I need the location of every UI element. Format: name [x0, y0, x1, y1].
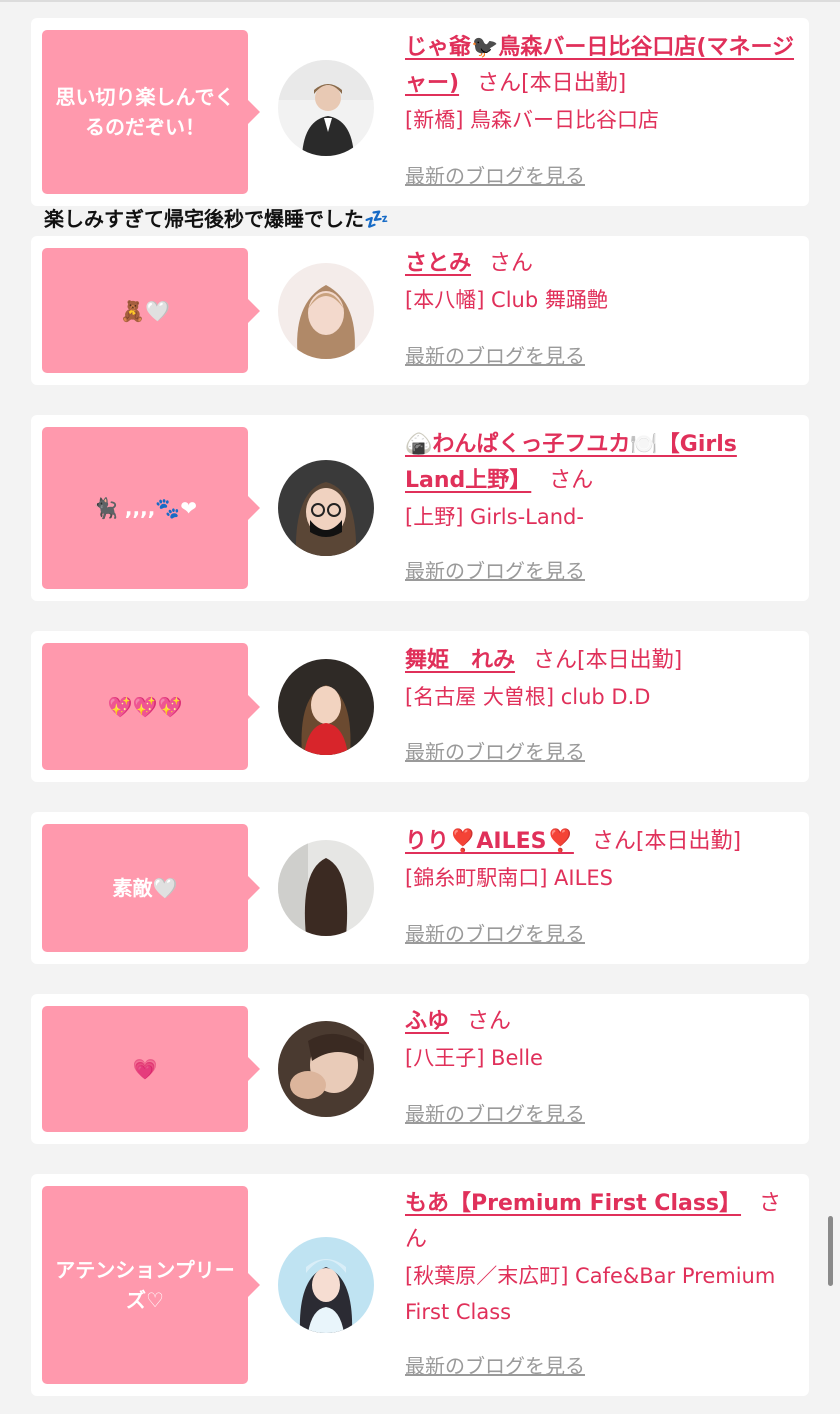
- avatar-image: [278, 460, 374, 556]
- cast-info: もあ【Premium First Class】 さん [秋葉原／末広町] Cafe…: [405, 1186, 797, 1330]
- top-divider: [0, 0, 840, 2]
- comment-bubble: 素敵🤍: [42, 824, 260, 952]
- comment-text: 💖💖💖: [107, 694, 183, 719]
- shop-info: [上野] Girls-Land-: [405, 505, 584, 529]
- honorific: さん: [533, 648, 578, 673]
- avatar-image: [278, 1237, 374, 1333]
- working-status: [本日出勤]: [521, 71, 627, 96]
- cast-name-line: りり❣️AILES❣️ さん[本日出勤]: [405, 824, 797, 860]
- cast-name-line: 舞姫 れみ さん[本日出勤]: [405, 643, 797, 679]
- cast-name-line: じゃ爺🐦‍⬛鳥森バー日比谷口店(マネージャー) さん[本日出勤]: [405, 30, 797, 102]
- comment-card: 素敵🤍 りり❣️AILES❣️ さん[本日出勤] [錦糸町駅南口] AILES 最…: [31, 812, 809, 964]
- avatar-image: [278, 1021, 374, 1117]
- avatar[interactable]: [278, 460, 374, 556]
- comment-text: 💗: [132, 1057, 158, 1081]
- latest-blog-link[interactable]: 最新のブログを見る: [405, 1352, 585, 1380]
- latest-blog-link[interactable]: 最新のブログを見る: [405, 920, 585, 948]
- shop-info: [新橋] 鳥森バー日比谷口店: [405, 108, 660, 132]
- honorific: さん: [489, 251, 534, 276]
- avatar[interactable]: [278, 659, 374, 755]
- cast-name-link[interactable]: 舞姫 れみ: [405, 648, 515, 673]
- latest-blog-link[interactable]: 最新のブログを見る: [405, 557, 585, 585]
- latest-blog-link[interactable]: 最新のブログを見る: [405, 342, 585, 370]
- avatar[interactable]: [278, 263, 374, 359]
- comment-card: アテンションプリーズ♡ もあ【Premium First Class】 さん [秋…: [31, 1174, 809, 1396]
- comment-bubble: 思い切り楽しんでくるのだぞい！: [42, 30, 260, 194]
- honorific: さん: [477, 71, 522, 96]
- comment-text: 素敵🤍: [112, 876, 178, 900]
- comment-bubble: 🐈‍⬛ ,,,,🐾❤: [42, 427, 260, 589]
- scrollbar-thumb[interactable]: [828, 1216, 833, 1286]
- shop-info: [本八幡] Club 舞踊艶: [405, 288, 608, 312]
- comment-card: 🐈‍⬛ ,,,,🐾❤ 🍙わんぱくっ子フユカ🍽️【Girls Land上野】 さん …: [31, 415, 809, 601]
- comment-bubble: 💖💖💖: [42, 643, 260, 770]
- latest-blog-link[interactable]: 最新のブログを見る: [405, 738, 585, 766]
- cast-name-line: もあ【Premium First Class】 さん: [405, 1186, 797, 1258]
- cast-name-link[interactable]: もあ【Premium First Class】: [405, 1191, 741, 1216]
- comment-text: アテンションプリーズ♡: [55, 1258, 235, 1312]
- comment-bubble: 💗: [42, 1006, 260, 1132]
- comment-card: 思い切り楽しんでくるのだぞい！ じゃ爺🐦‍⬛鳥森バー日比谷口店(マネージャー) さ…: [31, 18, 809, 206]
- cast-info: さとみ さん [本八幡] Club 舞踊艶: [405, 246, 797, 318]
- comment-text: 🧸🤍: [120, 298, 170, 323]
- cast-name-link[interactable]: りり❣️AILES❣️: [405, 829, 574, 854]
- comment-card: 🧸🤍 さとみ さん [本八幡] Club 舞踊艶 最新のブログを見る: [31, 236, 809, 385]
- avatar[interactable]: [278, 1237, 374, 1333]
- cast-name-line: 🍙わんぱくっ子フユカ🍽️【Girls Land上野】 さん: [405, 427, 797, 499]
- avatar-image: [278, 263, 374, 359]
- cast-info: 🍙わんぱくっ子フユカ🍽️【Girls Land上野】 さん [上野] Girls-…: [405, 427, 797, 535]
- avatar[interactable]: [278, 1021, 374, 1117]
- cast-name-link[interactable]: ふゆ: [405, 1009, 449, 1034]
- honorific: さん: [591, 829, 636, 854]
- shop-info: [錦糸町駅南口] AILES: [405, 866, 613, 890]
- cast-info: 舞姫 れみ さん[本日出勤] [名古屋 大曽根] club D.D: [405, 643, 797, 715]
- avatar-image: [278, 840, 374, 936]
- honorific: さん: [549, 468, 594, 493]
- working-status: [本日出勤]: [577, 648, 683, 673]
- latest-blog-link[interactable]: 最新のブログを見る: [405, 162, 585, 190]
- post-caption: 楽しみすぎて帰宅後秒で爆睡でした💤: [44, 207, 389, 231]
- comment-bubble: 🧸🤍: [42, 248, 260, 373]
- cast-name-link[interactable]: さとみ: [405, 251, 471, 276]
- cast-info: りり❣️AILES❣️ さん[本日出勤] [錦糸町駅南口] AILES: [405, 824, 797, 896]
- avatar-image: [278, 659, 374, 755]
- shop-info: [名古屋 大曽根] club D.D: [405, 685, 651, 709]
- avatar-image: [278, 60, 374, 156]
- comment-card: 💗 ふゆ さん [八王子] Belle 最新のブログを見る: [31, 994, 809, 1144]
- comment-card: 💖💖💖 舞姫 れみ さん[本日出勤] [名古屋 大曽根] club D.D 最新の…: [31, 631, 809, 782]
- avatar[interactable]: [278, 840, 374, 936]
- honorific: さん: [467, 1009, 512, 1034]
- shop-info: [八王子] Belle: [405, 1046, 543, 1070]
- cast-info: ふゆ さん [八王子] Belle: [405, 1004, 797, 1076]
- comment-text: 🐈‍⬛ ,,,,🐾❤: [93, 496, 197, 520]
- cast-info: じゃ爺🐦‍⬛鳥森バー日比谷口店(マネージャー) さん[本日出勤] [新橋] 鳥森バ…: [405, 30, 797, 138]
- comment-text: 思い切り楽しんでくるのだぞい！: [55, 85, 235, 139]
- comment-bubble: アテンションプリーズ♡: [42, 1186, 260, 1384]
- shop-info: [秋葉原／末広町] Cafe&Bar Premium First Class: [405, 1264, 776, 1324]
- cast-name-line: ふゆ さん: [405, 1004, 797, 1040]
- latest-blog-link[interactable]: 最新のブログを見る: [405, 1100, 585, 1128]
- avatar[interactable]: [278, 60, 374, 156]
- working-status: [本日出勤]: [635, 829, 742, 854]
- cast-name-line: さとみ さん: [405, 246, 797, 282]
